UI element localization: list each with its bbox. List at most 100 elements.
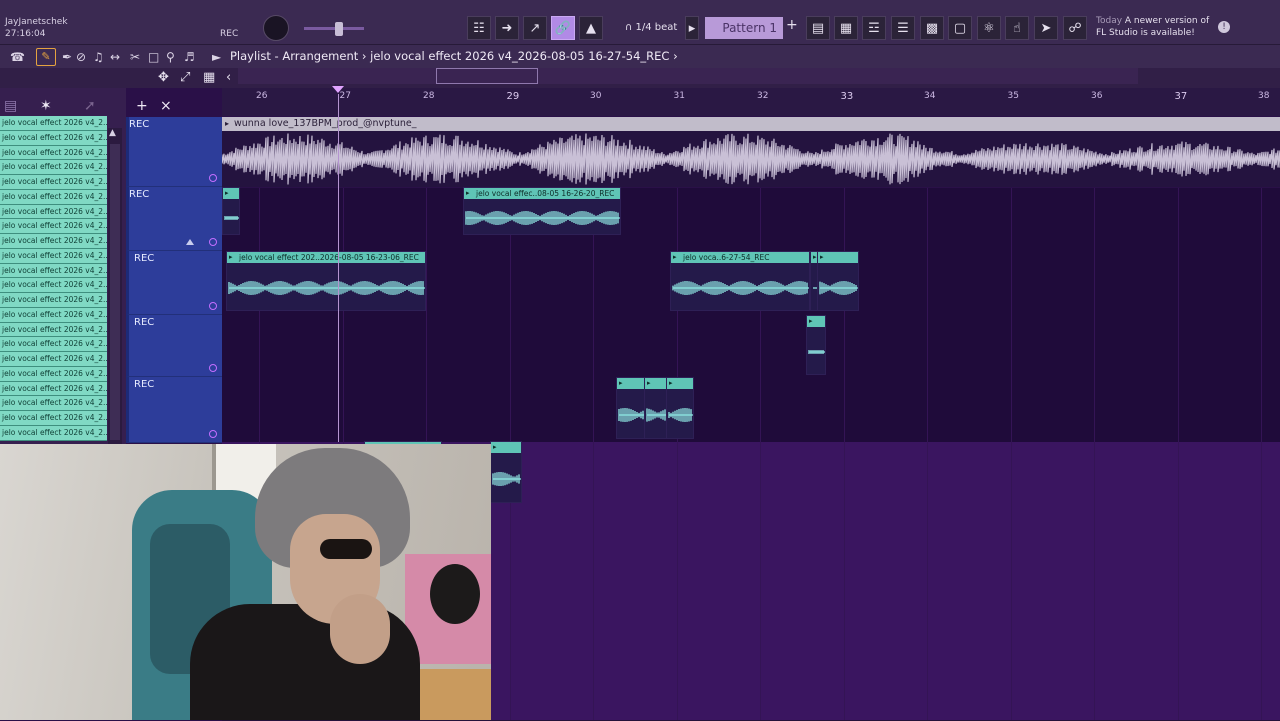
pattern-clip-header[interactable]: ▸ — [223, 188, 239, 199]
channel-rack-icon[interactable]: ▦ — [834, 16, 858, 40]
pattern-clip[interactable]: ▸ — [666, 377, 694, 439]
browser-icon[interactable]: ▩ — [920, 16, 944, 40]
pattern-clip[interactable]: ▸ — [817, 251, 859, 311]
playlist-lane[interactable] — [222, 316, 1280, 379]
pattern-list-item[interactable]: jelo vocal effect 2026 v4_2... — [0, 293, 107, 308]
track-record-icon[interactable] — [209, 174, 217, 182]
mute-icon[interactable]: ♫ — [93, 50, 104, 64]
audio-icon[interactable]: ✶ — [40, 98, 52, 114]
pattern-list-item[interactable]: jelo vocal effect 2026 v4_2... — [0, 366, 107, 382]
add-track-icon[interactable]: + — [136, 98, 148, 114]
automation-icon[interactable]: ➚ — [84, 98, 96, 114]
playlist-lane[interactable] — [222, 378, 1280, 443]
brush-icon[interactable]: ✒ — [62, 50, 72, 64]
pattern-clip-header[interactable]: ▸ jelo vocal effect 202..2026-08-05 16-23… — [227, 252, 425, 263]
pattern-clip[interactable]: ▸ — [616, 377, 646, 439]
link-icon[interactable]: 🔗 — [551, 16, 575, 40]
playlist-icon[interactable]: ▤ — [806, 16, 830, 40]
play-pattern-icon[interactable]: ▸ — [685, 16, 699, 40]
playlist-lane[interactable] — [222, 188, 1280, 253]
pattern-list-item[interactable]: jelo vocal effect 2026 v4_2... — [0, 145, 107, 161]
pattern-selector[interactable]: Pattern 1 — [705, 17, 783, 39]
song-overview[interactable] — [238, 68, 1138, 84]
scroll-up-icon[interactable]: ▲ — [109, 128, 116, 138]
arrow-icon[interactable]: ➜ — [495, 16, 519, 40]
track-header[interactable]: REC — [126, 117, 222, 187]
pattern-list-item[interactable]: jelo vocal effect 2026 v4_2... — [0, 160, 107, 175]
update-notice[interactable]: Today A newer version of FL Studio is ava… — [1096, 15, 1209, 39]
pattern-clip-header[interactable]: ▸ — [807, 316, 825, 327]
pattern-clip-header[interactable]: ▸ jelo voca..6-27-54_REC — [671, 252, 809, 263]
collapse-icon[interactable] — [186, 239, 194, 245]
resize-icon[interactable]: ⤢ — [180, 70, 190, 85]
clip-menu-icon[interactable]: ▸ — [647, 378, 651, 389]
clip-menu-icon[interactable]: ▸ — [493, 442, 497, 453]
plugin-icon[interactable]: ⚛ — [977, 16, 1001, 40]
grid-icon[interactable]: ▦ — [203, 70, 215, 85]
pattern-list-item[interactable]: jelo vocal effect 2026 v4_2... — [0, 130, 107, 146]
pattern-list-item[interactable]: jelo vocal effect 2026 v4_2... — [0, 396, 107, 411]
mixer-icon[interactable]: ☰ — [891, 16, 915, 40]
pattern-list-item[interactable]: jelo vocal effect 2026 v4_2... — [0, 381, 107, 397]
pattern-list-item[interactable]: jelo vocal effect 2026 v4_2... — [0, 248, 107, 264]
clip-menu-icon[interactable]: ▸ — [820, 252, 824, 263]
pattern-list-item[interactable]: jelo vocal effect 2026 v4_2... — [0, 263, 107, 279]
master-pitch-slider[interactable] — [304, 27, 364, 30]
touch-icon[interactable]: ☝ — [1005, 16, 1029, 40]
clip-menu-icon[interactable]: ▸ — [673, 252, 677, 263]
audio-clip[interactable]: ▸ wunna love_137BPM_prod_@nvptune_ — [222, 117, 1280, 187]
snap-select[interactable]: ∩ 1/4 beat — [625, 16, 679, 40]
pattern-list-item[interactable]: jelo vocal effect 2026 v4_2... — [0, 189, 107, 205]
pattern-list[interactable]: jelo vocal effect 2026 v4_2... jelo vocal… — [0, 116, 107, 444]
pattern-clip-header[interactable]: ▸ — [818, 252, 858, 263]
clip-menu-icon[interactable]: ▸ — [466, 188, 470, 199]
close-icon[interactable]: × — [160, 98, 172, 114]
pattern-list-item[interactable]: jelo vocal effect 2026 v4_2... — [0, 322, 107, 338]
pattern-clip[interactable]: ▸ jelo voca..6-27-54_REC — [670, 251, 810, 311]
headphone-icon[interactable]: ☎ — [10, 50, 25, 64]
pattern-clip[interactable]: ▸ — [490, 441, 522, 503]
draw-icon[interactable]: ↗ — [523, 16, 547, 40]
pattern-list-item[interactable]: jelo vocal effect 2026 v4_2... — [0, 219, 107, 234]
zoom-icon[interactable]: ⚲ — [166, 50, 175, 64]
clip-menu-icon[interactable]: ▸ — [669, 378, 673, 389]
piano-roll-icon[interactable]: ☲ — [862, 16, 886, 40]
audio-clip-header[interactable]: ▸ wunna love_137BPM_prod_@nvptune_ — [222, 117, 1280, 131]
clip-menu-icon[interactable]: ▸ — [225, 188, 229, 199]
clip-menu-icon[interactable]: ▸ — [225, 117, 229, 131]
pattern-clip[interactable]: ▸ jelo vocal effect 202..2026-08-05 16-23… — [226, 251, 426, 311]
pattern-clip-header[interactable]: ▸ — [617, 378, 645, 389]
pattern-list-item[interactable]: jelo vocal effect 2026 v4_2... — [0, 307, 107, 323]
pattern-clip[interactable]: ▸ jelo vocal effec..08-05 16-26-20_REC — [463, 187, 621, 235]
track-header[interactable]: REC — [126, 377, 222, 443]
pattern-clip-header[interactable]: ▸ — [491, 442, 521, 453]
delete-tool-icon[interactable]: ⊘ — [76, 50, 86, 64]
master-volume-knob[interactable] — [263, 15, 289, 41]
track-record-icon[interactable] — [209, 302, 217, 310]
track-record-icon[interactable] — [209, 430, 217, 438]
track-header[interactable]: REC — [126, 251, 222, 315]
move-icon[interactable]: ✥ — [158, 70, 169, 85]
pattern-list-item[interactable]: jelo vocal effect 2026 v4_2... — [0, 278, 107, 293]
slip-icon[interactable]: ↔ — [110, 50, 120, 64]
rec-indicator[interactable]: REC — [220, 29, 238, 39]
track-record-icon[interactable] — [209, 238, 217, 246]
clip-menu-icon[interactable]: ▸ — [619, 378, 623, 389]
pattern-clip[interactable]: ▸ — [644, 377, 668, 439]
playhead-marker[interactable] — [332, 86, 344, 93]
warning-icon[interactable]: ! — [1218, 21, 1230, 33]
scrollbar-thumb[interactable] — [110, 144, 120, 440]
pattern-clip[interactable]: ▸ — [222, 187, 240, 235]
slice-icon[interactable]: ✂ — [130, 50, 140, 64]
playlist-arrow-icon[interactable]: ► — [212, 50, 221, 64]
pattern-clip[interactable]: ▸ — [806, 315, 826, 375]
pattern-icon[interactable]: ▤ — [4, 98, 17, 114]
pattern-list-item[interactable]: jelo vocal effect 2026 v4_2... — [0, 337, 107, 352]
speaker-icon[interactable]: ♬ — [184, 50, 195, 64]
track-record-icon[interactable] — [209, 364, 217, 372]
track-header[interactable]: REC — [126, 315, 222, 377]
select-icon[interactable]: □ — [148, 50, 159, 64]
track-header[interactable]: REC — [126, 187, 222, 251]
cart-icon[interactable]: ☍ — [1063, 16, 1087, 40]
pattern-list-item[interactable]: jelo vocal effect 2026 v4_2... — [0, 425, 107, 441]
